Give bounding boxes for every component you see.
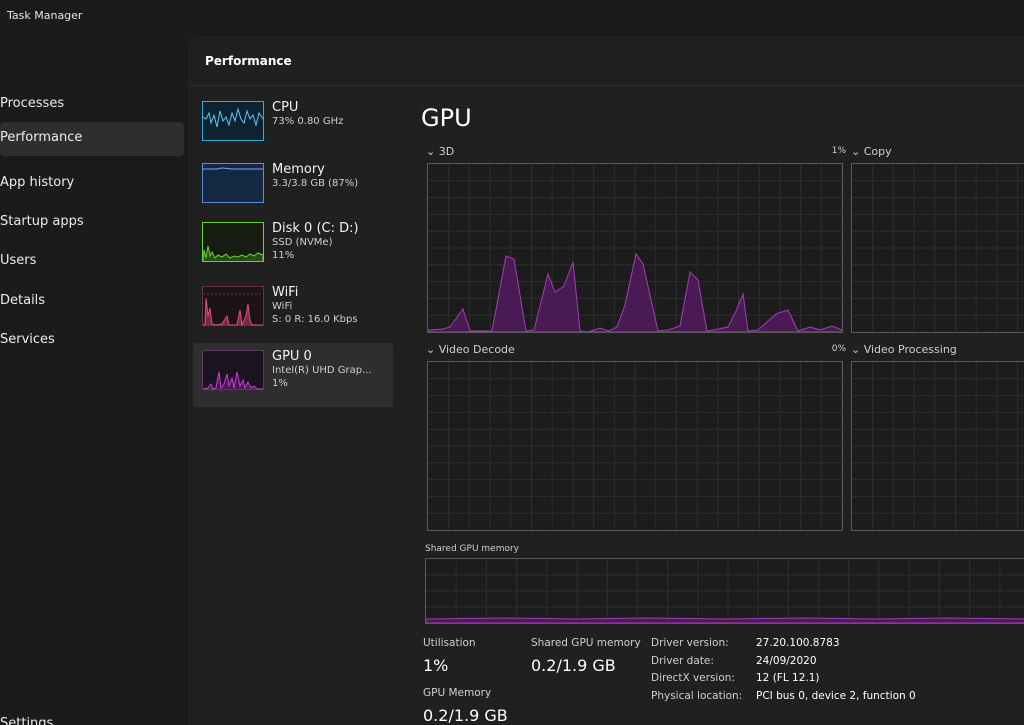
shared-memory-stat-value: 0.2/1.9 GB bbox=[531, 656, 616, 675]
gpu-thumbnail-graph bbox=[202, 350, 264, 390]
nav-item-app-history[interactable]: App history bbox=[0, 167, 184, 201]
device-wifi[interactable]: WiFi WiFi S: 0 R: 16.0 Kbps bbox=[193, 279, 393, 343]
driver-date-value: 24/09/2020 bbox=[756, 655, 817, 667]
device-list: CPU 73% 0.80 GHz Memory 3.3/3.8 GB (87%)… bbox=[188, 86, 398, 725]
nav-item-label: Startup apps bbox=[0, 214, 84, 229]
graph-3d-plot bbox=[428, 164, 842, 332]
engine-label: Copy bbox=[863, 145, 892, 158]
driver-date-key: Driver date: bbox=[651, 655, 714, 667]
window-title: Task Manager bbox=[7, 9, 83, 22]
sidebar-nav: Processes Performance App history Startu… bbox=[0, 36, 188, 725]
gpu-title: GPU bbox=[421, 104, 472, 132]
directx-version-key: DirectX version: bbox=[651, 672, 735, 684]
engine-selector-video-decode[interactable]: ⌄ Video Decode bbox=[426, 343, 515, 356]
engine-percent: 0% bbox=[831, 344, 846, 354]
device-detail: 73% 0.80 GHz bbox=[272, 116, 344, 127]
nav-item-services[interactable]: Services bbox=[0, 324, 184, 358]
gpu-memory-value: 0.2/1.9 GB bbox=[423, 706, 508, 725]
chevron-down-icon: ⌄ bbox=[426, 145, 436, 158]
nav-item-performance[interactable]: Performance bbox=[0, 122, 184, 156]
device-disk-0[interactable]: Disk 0 (C: D:) SSD (NVMe) 11% bbox=[193, 215, 393, 279]
graph-video-processing bbox=[851, 361, 1024, 531]
driver-version-key: Driver version: bbox=[651, 637, 729, 649]
chevron-down-icon: ⌄ bbox=[851, 145, 861, 158]
device-usage: 11% bbox=[272, 250, 295, 261]
cpu-thumbnail-graph bbox=[202, 101, 264, 141]
device-name: GPU 0 bbox=[272, 349, 312, 364]
disk-thumbnail-graph bbox=[202, 222, 264, 262]
device-cpu[interactable]: CPU 73% 0.80 GHz bbox=[193, 94, 393, 158]
device-name: Memory bbox=[272, 162, 325, 177]
nav-item-label: Processes bbox=[0, 96, 65, 111]
device-detail: Intel(R) UHD Grap... bbox=[272, 365, 372, 376]
engine-selector-copy[interactable]: ⌄ Copy bbox=[851, 145, 892, 158]
nav-item-label: Users bbox=[0, 253, 37, 268]
nav-item-settings[interactable]: Settings bbox=[0, 716, 53, 725]
device-name: WiFi bbox=[272, 285, 299, 300]
nav-item-processes[interactable]: Processes bbox=[0, 88, 184, 122]
nav-item-users[interactable]: Users bbox=[0, 245, 184, 279]
device-name: Disk 0 (C: D:) bbox=[272, 221, 359, 236]
chevron-down-icon: ⌄ bbox=[426, 343, 436, 356]
graph-copy-plot bbox=[852, 164, 1024, 332]
nav-item-details[interactable]: Details bbox=[0, 285, 184, 319]
device-throughput: S: 0 R: 16.0 Kbps bbox=[272, 314, 358, 325]
graph-video-decode-plot bbox=[428, 362, 842, 530]
utilisation-label: Utilisation bbox=[423, 637, 476, 649]
engine-selector-3d[interactable]: ⌄ 3D bbox=[426, 145, 454, 158]
chevron-down-icon: ⌄ bbox=[851, 343, 861, 356]
device-name: CPU bbox=[272, 100, 299, 115]
nav-item-startup-apps[interactable]: Startup apps bbox=[0, 206, 184, 240]
device-gpu-0[interactable]: GPU 0 Intel(R) UHD Grap... 1% bbox=[193, 343, 393, 407]
utilisation-value: 1% bbox=[423, 656, 449, 675]
directx-version-value: 12 (FL 12.1) bbox=[756, 672, 820, 684]
shared-memory-stat-label: Shared GPU memory bbox=[531, 637, 641, 649]
engine-label: Video Decode bbox=[438, 343, 515, 356]
graph-shared-memory bbox=[425, 558, 1024, 624]
nav-item-label: App history bbox=[0, 175, 75, 190]
device-detail: WiFi bbox=[272, 301, 293, 312]
device-detail: SSD (NVMe) bbox=[272, 237, 333, 248]
device-detail: 3.3/3.8 GB (87%) bbox=[272, 178, 359, 189]
graph-shared-memory-plot bbox=[426, 559, 1024, 623]
wifi-thumbnail-graph bbox=[202, 286, 264, 326]
main-content: Performance CPU 73% 0.80 GHz Memory 3.3/… bbox=[188, 36, 1024, 725]
graph-video-decode bbox=[427, 361, 843, 531]
engine-label: 3D bbox=[438, 145, 455, 158]
page-title: Performance bbox=[205, 54, 292, 68]
graph-copy bbox=[851, 163, 1024, 333]
physical-location-value: PCI bus 0, device 2, function 0 bbox=[756, 690, 916, 702]
graph-3d bbox=[427, 163, 843, 333]
gpu-detail-panel: GPU ⌄ 3D 1% ⌄ Copy ⌄ Video Decode 0% ⌄ V… bbox=[398, 86, 1024, 725]
series-shared-memory bbox=[426, 617, 1024, 623]
graph-video-processing-plot bbox=[852, 362, 1024, 530]
title-bar: Task Manager bbox=[0, 0, 1024, 36]
gpu-memory-label: GPU Memory bbox=[423, 687, 492, 699]
nav-item-label: Services bbox=[0, 332, 55, 347]
engine-label: Video Processing bbox=[863, 343, 957, 356]
engine-percent: 1% bbox=[831, 146, 846, 156]
device-usage: 1% bbox=[272, 378, 288, 389]
physical-location-key: Physical location: bbox=[651, 690, 743, 702]
page-header: Performance bbox=[188, 36, 1024, 86]
device-memory[interactable]: Memory 3.3/3.8 GB (87%) bbox=[193, 156, 393, 220]
driver-version-value: 27.20.100.8783 bbox=[756, 637, 840, 649]
shared-memory-label: Shared GPU memory bbox=[425, 544, 519, 554]
memory-thumbnail-graph bbox=[202, 163, 264, 203]
nav-item-label: Details bbox=[0, 293, 46, 308]
nav-item-label: Performance bbox=[0, 130, 83, 145]
engine-selector-video-processing[interactable]: ⌄ Video Processing bbox=[851, 343, 957, 356]
